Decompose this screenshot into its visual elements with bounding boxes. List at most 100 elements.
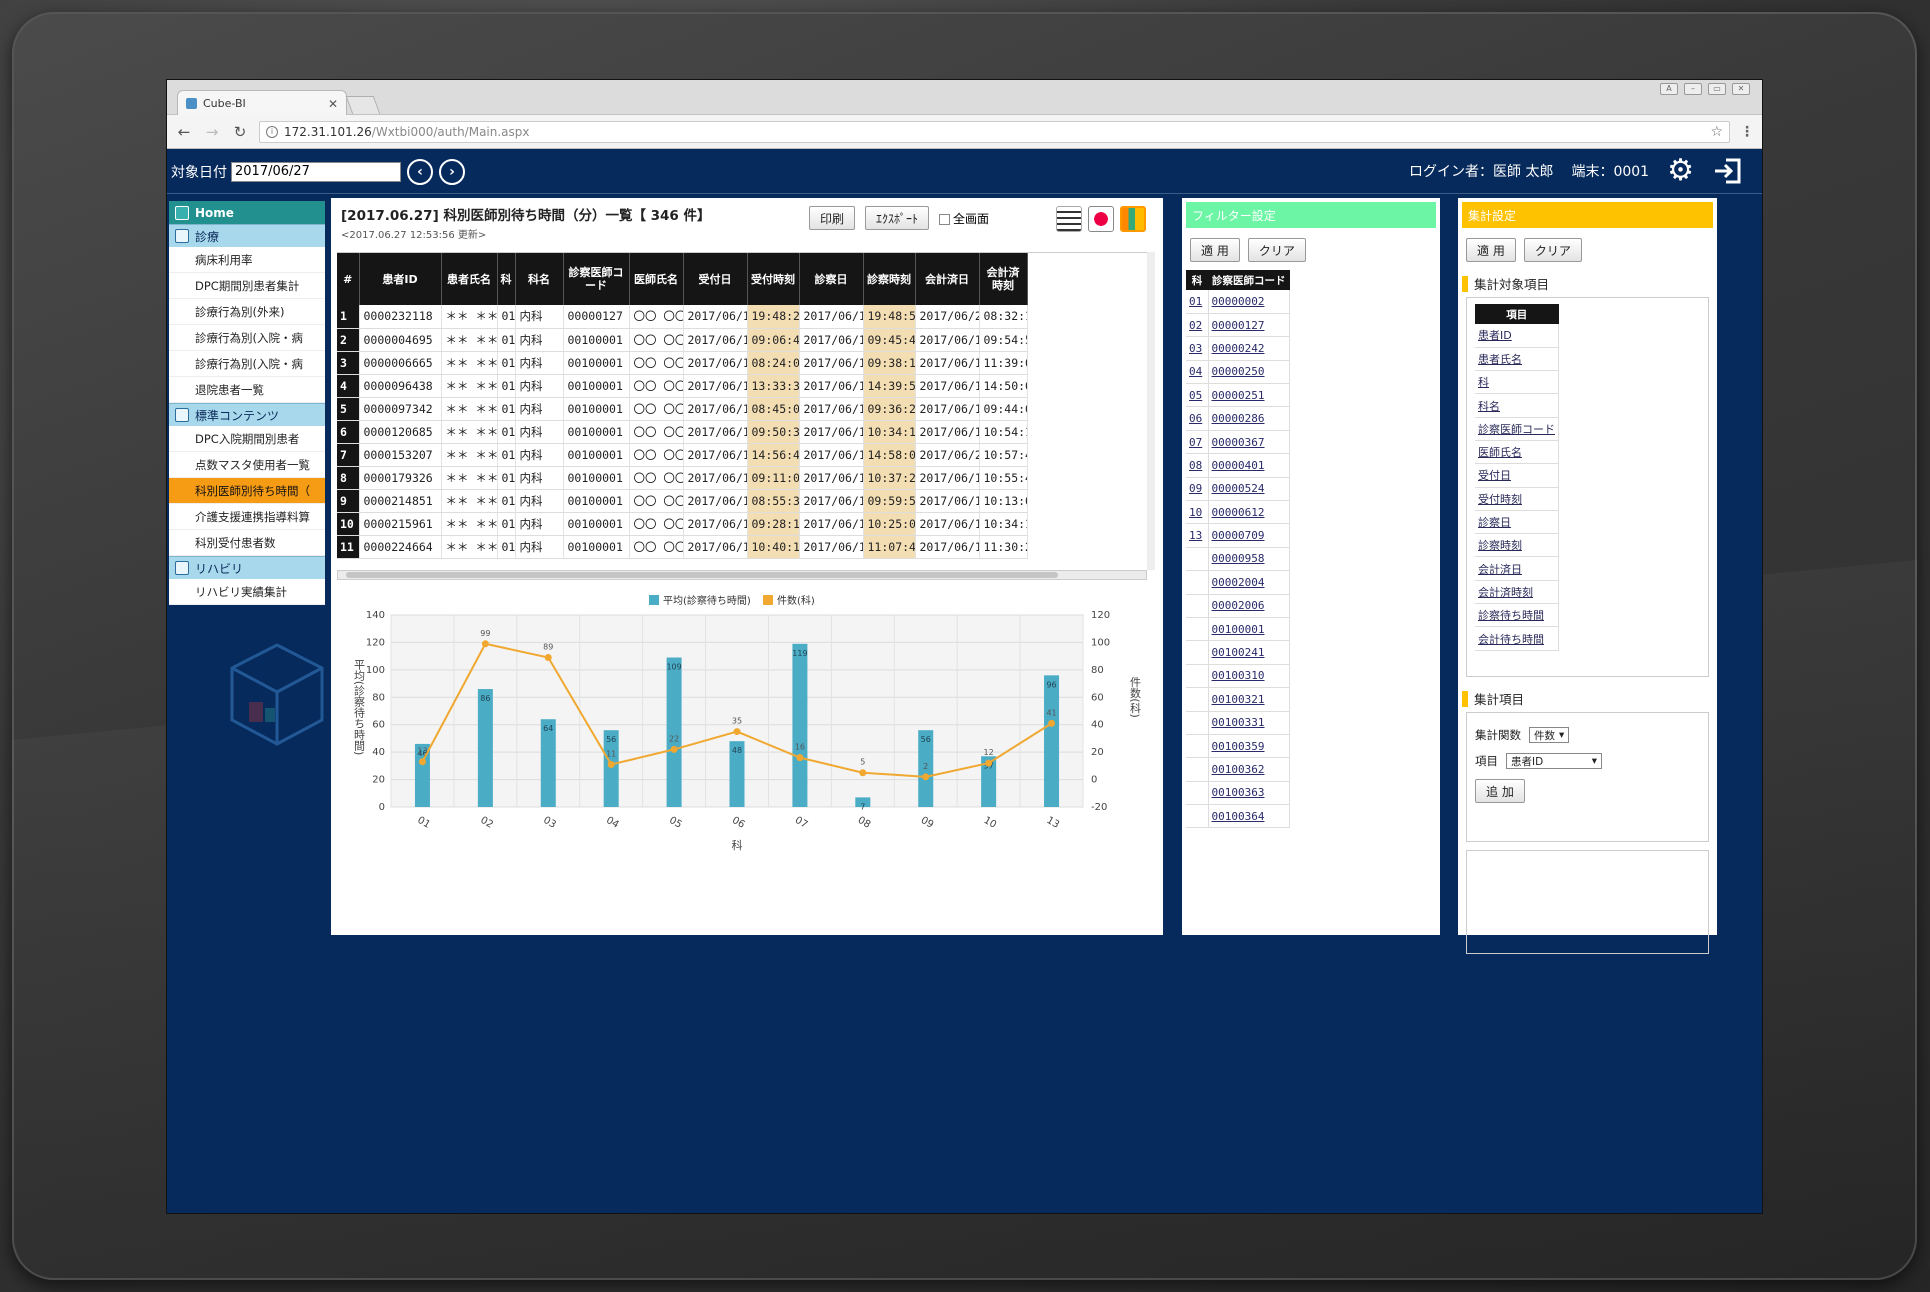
- filter-row[interactable]: 07 00000367: [1186, 430, 1290, 455]
- target-item-link[interactable]: 科名: [1475, 393, 1559, 418]
- filter-doctor-link[interactable]: 00000958: [1208, 547, 1290, 572]
- table-row[interactable]: 8 0000179326 ＊＊ ＊＊ 01 内科 00100001 〇〇 〇〇 2017/06…: [337, 466, 1028, 490]
- filter-dept-link[interactable]: [1186, 804, 1209, 829]
- maximize-icon[interactable]: ▭: [1708, 83, 1726, 95]
- column-header[interactable]: 患者氏名: [441, 253, 498, 305]
- browser-tab[interactable]: Cube-BI ✕: [177, 90, 347, 116]
- table-row[interactable]: 11 0000224664 ＊＊ ＊＊ 01 内科 00100001 〇〇 〇〇 2017/0…: [337, 535, 1028, 559]
- prev-date-button[interactable]: ‹: [407, 158, 433, 185]
- filter-doctor-link[interactable]: 00100321: [1208, 687, 1290, 712]
- filter-doctor-link[interactable]: 00002004: [1208, 570, 1290, 595]
- table-row[interactable]: 9 0000214851 ＊＊ ＊＊ 01 内科 00100001 〇〇 〇〇 2017/06…: [337, 489, 1028, 513]
- agg-item-select[interactable]: 患者ID ▾: [1506, 753, 1602, 769]
- target-item-link[interactable]: 患者ID: [1475, 324, 1559, 348]
- filter-dept-link[interactable]: [1186, 734, 1209, 759]
- column-header[interactable]: 診察日: [799, 253, 864, 305]
- filter-dept-link[interactable]: [1186, 617, 1209, 642]
- sidebar-item[interactable]: 退院患者一覧: [169, 377, 325, 403]
- table-row[interactable]: 5 0000097342 ＊＊ ＊＊ 01 内科 00100001 〇〇 〇〇 2017/06…: [337, 397, 1028, 421]
- filter-doctor-link[interactable]: 00100364: [1208, 804, 1290, 829]
- target-item-link[interactable]: 診察医師コード: [1475, 417, 1559, 441]
- table-vertical-scrollbar[interactable]: [1147, 252, 1155, 570]
- filter-clear-button[interactable]: クリア: [1247, 238, 1306, 262]
- column-header[interactable]: 医師氏名: [629, 253, 684, 305]
- filter-dept-link[interactable]: [1186, 664, 1209, 689]
- sidebar-item[interactable]: 点数マスタ使用者一覧: [169, 452, 325, 478]
- filter-doctor-link[interactable]: 00100310: [1208, 664, 1290, 689]
- filter-dept-link[interactable]: 13: [1186, 523, 1209, 548]
- table-horizontal-scrollbar[interactable]: [337, 570, 1147, 580]
- sidebar-item[interactable]: 介護支援連携指導料算: [169, 504, 325, 530]
- filter-row[interactable]: 00002006: [1186, 594, 1290, 618]
- sidebar-category[interactable]: リハビリ: [169, 556, 325, 579]
- new-tab-button[interactable]: [345, 96, 381, 114]
- filter-row[interactable]: 04 00000250: [1186, 360, 1290, 385]
- filter-doctor-link[interactable]: 00000242: [1208, 336, 1290, 361]
- filter-row[interactable]: 02 00000127: [1186, 313, 1290, 338]
- target-item-link[interactable]: 科: [1475, 370, 1559, 395]
- sidebar-item[interactable]: DPC入院期間別患者: [169, 426, 325, 452]
- filter-dept-link[interactable]: 07: [1186, 430, 1209, 455]
- filter-dept-link[interactable]: 02: [1186, 313, 1209, 338]
- table-row[interactable]: 6 0000120685 ＊＊ ＊＊ 01 内科 00100001 〇〇 〇〇 2017/06…: [337, 420, 1028, 444]
- column-header[interactable]: 受付日: [683, 253, 748, 305]
- tab-close-icon[interactable]: ✕: [328, 97, 338, 111]
- logout-icon[interactable]: [1712, 157, 1742, 185]
- filter-dept-link[interactable]: 01: [1186, 290, 1209, 314]
- sidebar-item[interactable]: 診療行為別(外来): [169, 299, 325, 325]
- sidebar-category[interactable]: 診療: [169, 224, 325, 247]
- filter-doctor-link[interactable]: 00100241: [1208, 640, 1290, 665]
- target-item-link[interactable]: 受付時刻: [1475, 487, 1559, 511]
- column-header[interactable]: 受付時刻: [747, 253, 800, 305]
- filter-dept-link[interactable]: 10: [1186, 500, 1209, 525]
- filter-row[interactable]: 03 00000242: [1186, 336, 1290, 361]
- sidebar-home[interactable]: Home: [169, 201, 325, 224]
- agg-apply-button[interactable]: 適 用: [1466, 238, 1516, 262]
- print-button[interactable]: 印刷: [809, 206, 856, 230]
- sidebar-item[interactable]: 病床利用率: [169, 247, 325, 273]
- filter-row[interactable]: 00100001: [1186, 617, 1290, 642]
- filter-row[interactable]: 00100310: [1186, 664, 1290, 689]
- target-item-link[interactable]: 患者氏名: [1475, 347, 1559, 372]
- reload-icon[interactable]: ↻: [231, 123, 249, 141]
- back-icon[interactable]: ←: [175, 123, 193, 141]
- sidebar-category[interactable]: 標準コンテンツ: [169, 403, 325, 426]
- url-field[interactable]: i 172.31.101.26/Wxtbi000/auth/Main.aspx …: [259, 120, 1730, 143]
- filter-dept-link[interactable]: 09: [1186, 477, 1209, 502]
- forward-icon[interactable]: →: [203, 123, 221, 141]
- filter-doctor-link[interactable]: 00000127: [1208, 313, 1290, 338]
- browser-menu-icon[interactable]: ⋮: [1740, 124, 1754, 140]
- filter-dept-link[interactable]: [1186, 781, 1209, 806]
- filter-doctor-link[interactable]: 00000251: [1208, 383, 1290, 408]
- filter-doctor-link[interactable]: 00100362: [1208, 757, 1290, 782]
- filter-row[interactable]: 00100321: [1186, 687, 1290, 712]
- filter-dept-link[interactable]: [1186, 570, 1209, 595]
- table-row[interactable]: 2 0000004695 ＊＊ ＊＊ 01 内科 00100001 〇〇 〇〇 2017/06…: [337, 328, 1028, 352]
- target-item-link[interactable]: 診察待ち時間: [1475, 603, 1559, 628]
- filter-dept-link[interactable]: 05: [1186, 383, 1209, 408]
- scrollbar-thumb[interactable]: [346, 572, 1058, 578]
- filter-doctor-link[interactable]: 00000401: [1208, 453, 1290, 478]
- sidebar-item-active[interactable]: 科別医師別待ち時間（: [169, 478, 325, 504]
- filter-doctor-link[interactable]: 00000612: [1208, 500, 1290, 525]
- filter-dept-link[interactable]: 04: [1186, 360, 1209, 385]
- table-row[interactable]: 7 0000153207 ＊＊ ＊＊ 01 内科 00100001 〇〇 〇〇 2017/06…: [337, 443, 1028, 467]
- column-header[interactable]: 会計済日: [915, 253, 980, 305]
- filter-row[interactable]: 00100359: [1186, 734, 1290, 759]
- agg-clear-button[interactable]: クリア: [1523, 238, 1582, 262]
- filter-dept-link[interactable]: 08: [1186, 453, 1209, 478]
- info-icon[interactable]: i: [266, 125, 278, 138]
- filter-doctor-link[interactable]: 00000286: [1208, 406, 1290, 431]
- column-header[interactable]: #: [337, 253, 360, 305]
- gear-icon[interactable]: ⚙: [1667, 156, 1694, 186]
- filter-row[interactable]: 00000958: [1186, 547, 1290, 572]
- filter-row[interactable]: 05 00000251: [1186, 383, 1290, 408]
- target-item-link[interactable]: 医師氏名: [1475, 440, 1559, 465]
- filter-row[interactable]: 00100362: [1186, 757, 1290, 782]
- table-row[interactable]: 3 0000006665 ＊＊ ＊＊ 01 内科 00100001 〇〇 〇〇 2017/06…: [337, 351, 1028, 375]
- filter-row[interactable]: 01 00000002: [1186, 290, 1290, 314]
- filter-doctor-link[interactable]: 00100359: [1208, 734, 1290, 759]
- column-header[interactable]: 診察時刻: [863, 253, 916, 305]
- target-item-link[interactable]: 診察時刻: [1475, 533, 1559, 558]
- filter-dept-link[interactable]: 06: [1186, 406, 1209, 431]
